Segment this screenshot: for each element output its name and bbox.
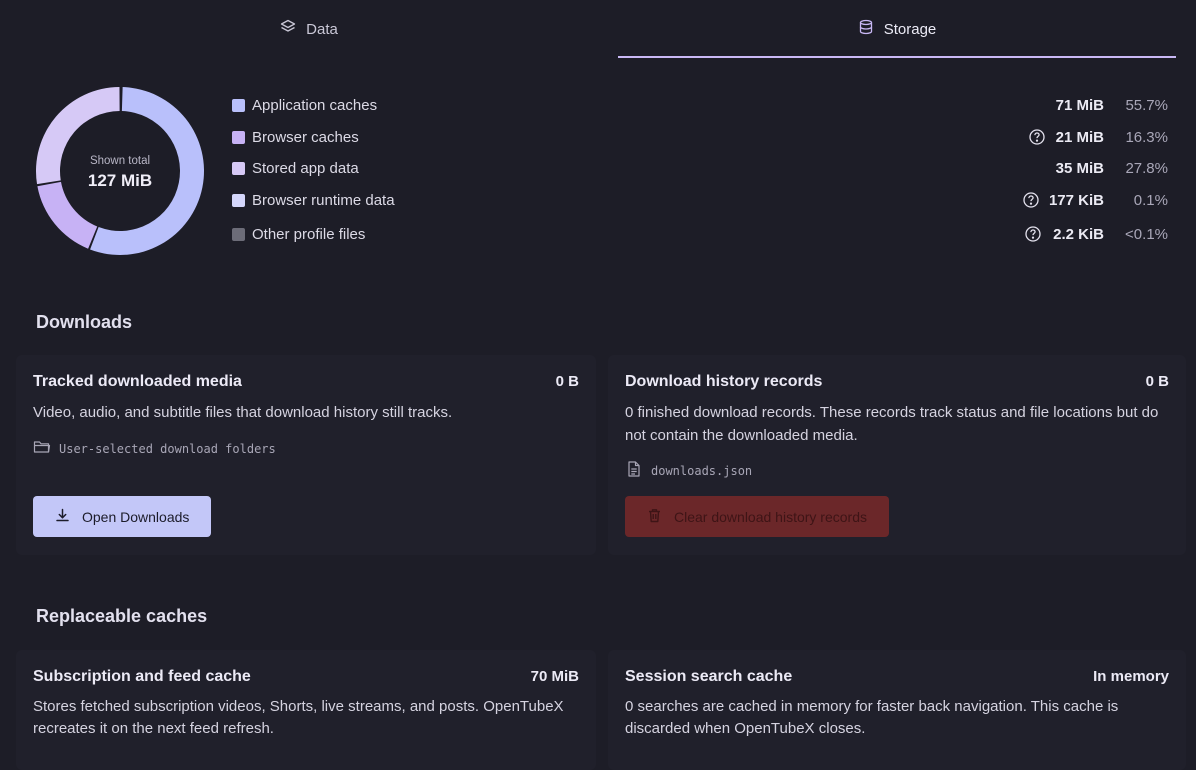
button-label: Open Downloads <box>82 508 190 525</box>
legend-swatch <box>232 228 245 241</box>
legend-row-stored-app-data: Stored app data 35 MiB 27.8% <box>232 159 1172 179</box>
database-icon <box>858 19 874 39</box>
card-description: 0 searches are cached in memory for fast… <box>625 698 1119 737</box>
tab-storage-label: Storage <box>883 20 937 38</box>
tracked-media-card: Tracked downloaded media 0 B Video, audi… <box>16 355 596 555</box>
download-history-card: Download history records 0 B 0 finished … <box>608 355 1186 555</box>
help-icon[interactable] <box>1022 191 1040 209</box>
tab-data-label: Data <box>306 20 338 38</box>
card-title: Session search cache <box>625 668 793 685</box>
legend-size: 21 MiB <box>1055 129 1104 146</box>
legend-percent: 0.1% <box>1133 192 1168 209</box>
card-title: Download history records <box>625 373 823 390</box>
card-title: Subscription and feed cache <box>33 668 251 685</box>
open-downloads-button[interactable]: Open Downloads <box>33 496 212 537</box>
legend-name: Browser runtime data <box>252 192 395 209</box>
downloads-section-title: Downloads <box>36 312 133 332</box>
button-label: Clear download history records <box>674 508 867 525</box>
legend-size: 177 KiB <box>1048 192 1104 209</box>
legend-size: 35 MiB <box>1055 160 1104 177</box>
total-value: 127 MiB <box>87 171 153 190</box>
legend-swatch <box>232 162 245 175</box>
folder-icon <box>33 439 51 458</box>
legend-row-browser-caches: Browser caches 21 MiB 16.3% <box>232 128 1172 148</box>
legend-row-other-profile-files: Other profile files 2.2 KiB <0.1% <box>232 225 1172 245</box>
legend-name: Other profile files <box>252 226 366 243</box>
card-description: Video, audio, and subtitle files that do… <box>33 404 453 421</box>
card-size: 70 MiB <box>530 668 579 685</box>
legend-percent: <0.1% <box>1125 226 1168 243</box>
legend-name: Browser caches <box>252 129 359 146</box>
legend-name: Stored app data <box>252 160 359 177</box>
session-search-cache-card: Session search cache In memory 0 searche… <box>608 650 1186 770</box>
history-file-path: downloads.json <box>625 461 752 480</box>
card-size: In memory <box>1093 668 1169 685</box>
legend-swatch <box>232 131 245 144</box>
legend-row-browser-runtime-data: Browser runtime data 177 KiB 0.1% <box>232 191 1172 211</box>
card-size: 0 B <box>555 373 579 390</box>
tab-bar: Data Storage <box>0 0 1196 60</box>
path-text: downloads.json <box>651 463 753 478</box>
download-icon <box>55 508 70 526</box>
help-icon[interactable] <box>1024 225 1042 243</box>
legend-name: Application caches <box>252 97 378 114</box>
card-size: 0 B <box>1145 373 1169 390</box>
legend-swatch <box>232 194 245 207</box>
donut-center: Shown total 127 MiB <box>36 87 204 255</box>
legend-row-application-caches: Application caches 71 MiB 55.7% <box>232 96 1172 116</box>
legend-size: 71 MiB <box>1055 97 1104 114</box>
active-tab-indicator <box>618 56 1176 58</box>
file-icon <box>625 461 643 480</box>
clear-download-history-button[interactable]: Clear download history records <box>625 496 889 537</box>
layers-icon <box>280 19 296 39</box>
help-icon[interactable] <box>1028 128 1046 146</box>
legend-percent: 16.3% <box>1125 129 1168 146</box>
legend-size: 2.2 KiB <box>1053 226 1104 243</box>
subscription-cache-card: Subscription and feed cache 70 MiB Store… <box>16 650 596 770</box>
card-description: Stores fetched subscription videos, Shor… <box>33 698 564 737</box>
total-label: Shown total <box>89 155 151 167</box>
legend-percent: 55.7% <box>1125 97 1168 114</box>
card-description: 0 finished download records. These recor… <box>625 404 1159 444</box>
legend-percent: 27.8% <box>1125 160 1168 177</box>
download-folders-path: User-selected download folders <box>33 439 276 458</box>
tab-data[interactable]: Data <box>0 0 618 58</box>
legend-swatch <box>232 99 245 112</box>
trash-icon <box>647 508 662 526</box>
tab-storage[interactable]: Storage <box>618 0 1176 58</box>
path-text: User-selected download folders <box>59 441 276 456</box>
caches-section-title: Replaceable caches <box>36 606 208 626</box>
card-title: Tracked downloaded media <box>33 373 242 390</box>
